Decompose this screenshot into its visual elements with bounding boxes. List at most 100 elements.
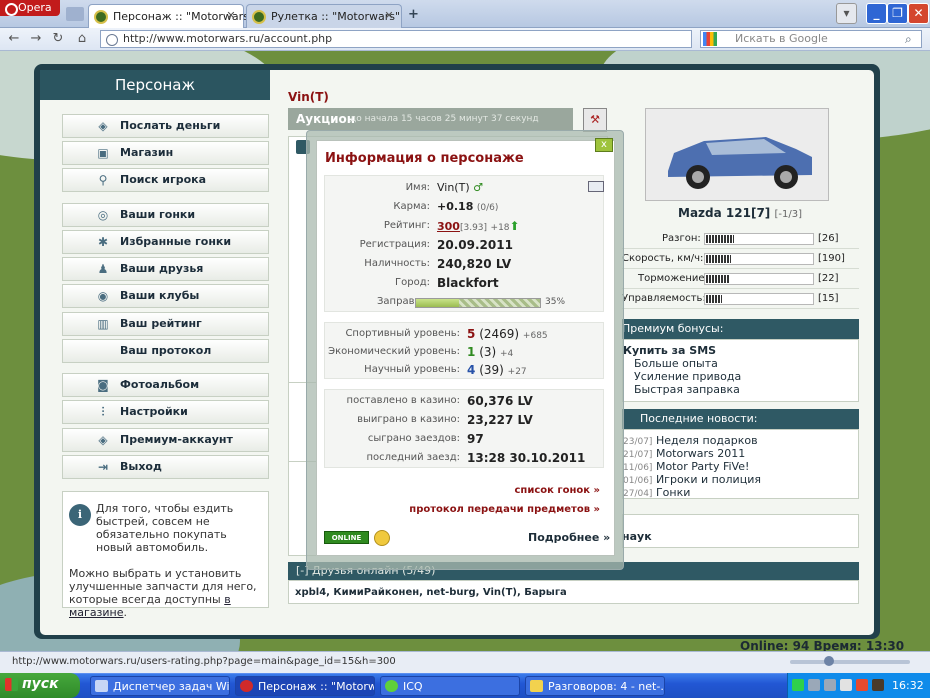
popup-close-button[interactable]: x	[595, 138, 613, 152]
sidebar-item-photo-album[interactable]: ◙ Фотоальбом	[62, 373, 269, 397]
clock: 16:32	[892, 679, 924, 692]
news-item[interactable]: 01/06] Игроки и полиция	[623, 473, 761, 486]
buy-sms-link[interactable]: Купить за SMS	[623, 344, 716, 357]
news-item[interactable]: 11/06] Motor Party FiVe!	[623, 460, 749, 473]
task-task-manager[interactable]: Диспетчер задач Wi...	[90, 676, 230, 696]
chat-icon	[530, 680, 543, 692]
home-icon[interactable]: ⌂	[74, 31, 90, 47]
google-icon[interactable]	[703, 32, 717, 46]
start-button[interactable]: пуск	[0, 673, 80, 698]
search-icon: ⚲	[98, 173, 108, 187]
science-label[interactable]: наук	[622, 530, 652, 543]
task-manager-icon	[95, 680, 108, 692]
tip-box: i Для того, чтобы ездить быстрей, совсем…	[62, 491, 269, 619]
sidebar-item-player-search[interactable]: ⚲ Поиск игрока	[62, 168, 269, 192]
close-icon[interactable]: ✕	[224, 9, 238, 23]
mail-icon[interactable]	[588, 181, 604, 192]
more-details-link[interactable]: Подробнее »	[528, 531, 610, 544]
science-panel	[622, 514, 859, 548]
add-tab-button[interactable]: +	[408, 7, 419, 22]
news-item[interactable]: 27/04] Гонки	[623, 486, 690, 499]
news-item[interactable]: 23/07] Неделя подарков	[623, 434, 758, 447]
exit-icon: ⇥	[97, 460, 109, 474]
premium-item[interactable]: Быстрая заправка	[634, 383, 740, 396]
coin-icon	[374, 530, 390, 546]
popup-casino-section: поставлено в казино: 60,376 LV выиграно в…	[324, 389, 604, 468]
item-transfer-log-link[interactable]: протокол передачи предметов »	[409, 504, 600, 515]
forward-icon[interactable]: →	[28, 31, 44, 47]
sidebar-item-send-money[interactable]: ◈ Послать деньги	[62, 114, 269, 138]
tray-icq-icon[interactable]	[792, 679, 804, 691]
stat-braking: Торможение: [22]	[622, 269, 859, 289]
sidebar-item-settings[interactable]: ⫶ Настройки	[62, 400, 269, 424]
sidebar-item-your-races[interactable]: ◎ Ваши гонки	[62, 203, 269, 227]
shop-icon: ▣	[97, 146, 109, 160]
character-name: Vin(T)	[288, 90, 329, 104]
reload-icon[interactable]: ↻	[50, 31, 66, 47]
news-panel: 23/07] Неделя подарков 21/07] Motorwars …	[622, 429, 859, 499]
sidebar-item-premium[interactable]: ◈ Премиум-аккаунт	[62, 428, 269, 452]
stat-acceleration: Разгон: [26]	[622, 229, 859, 249]
auction-hammer-icon[interactable]: ⚒	[583, 108, 607, 132]
windows-logo-icon	[5, 678, 18, 691]
tab-label: Рулетка :: "Motorwars"	[271, 10, 401, 23]
close-window-button[interactable]: ✕	[908, 3, 929, 24]
stat-bar	[704, 253, 814, 265]
back-icon[interactable]: ←	[6, 31, 22, 47]
favorite-races-icon: ✱	[97, 235, 109, 249]
popup-levels-section: Спортивный уровень: 5 (2469) +685 Экономи…	[324, 322, 604, 379]
sidebar-item-exit[interactable]: ⇥ Выход	[62, 455, 269, 479]
sidebar-item-protocol[interactable]: Ваш протокол	[62, 339, 269, 363]
popup-basic-section: Имя: Vin(T) ♂ Карма: +0.18 (0/6) Рейтинг: 3…	[324, 175, 604, 312]
premium-item[interactable]: Усиление привода	[634, 370, 741, 383]
friends-icon: ♟	[97, 262, 109, 276]
opera-menu-button[interactable]: Opera	[0, 0, 60, 16]
stat-speed: Скорость, км/ч: [190]	[622, 249, 859, 269]
premium-panel: Купить за SMS Больше опыта Усиление прив…	[622, 339, 859, 402]
sidebar-item-clubs[interactable]: ◉ Ваши клубы	[62, 284, 269, 308]
tray-app-icon[interactable]	[872, 679, 884, 691]
sidebar-item-friends[interactable]: ♟ Ваши друзья	[62, 257, 269, 281]
tab-character[interactable]: Персонаж :: "Motorwars" ✕	[88, 4, 254, 28]
close-icon[interactable]: ✕	[382, 9, 396, 23]
sidebar-item-rating[interactable]: ▥ Ваш рейтинг	[62, 312, 269, 336]
premium-item[interactable]: Больше опыта	[634, 357, 718, 370]
minimize-button[interactable]: _	[866, 3, 887, 24]
race-list-link[interactable]: список гонок »	[514, 485, 600, 496]
tab-roulette[interactable]: Рулетка :: "Motorwars" ✕	[246, 4, 402, 28]
motorwars-favicon-icon	[252, 10, 266, 24]
task-conversations[interactable]: Разговоров: 4 - net-...	[525, 676, 665, 696]
search-icon[interactable]: ⌕	[905, 32, 912, 47]
tray-app-icon[interactable]	[856, 679, 868, 691]
news-header: Последние новости:	[622, 409, 859, 429]
zoom-slider-knob[interactable]	[824, 656, 834, 666]
car-image	[645, 108, 829, 201]
tip-text: Для того, чтобы ездить быстрей, совсем н…	[96, 502, 234, 554]
car-name: Mazda 121[7] [-1/3]	[678, 206, 802, 220]
friends-online-list[interactable]: xpbl4, КимиРайконен, net-burg, Vin(T), Б…	[288, 580, 859, 604]
speaker-icon[interactable]	[66, 7, 84, 21]
trash-icon[interactable]: ▾	[836, 3, 857, 24]
sidebar-item-favorite-races[interactable]: ✱ Избранные гонки	[62, 230, 269, 254]
tray-network-icon[interactable]	[808, 679, 820, 691]
search-input[interactable]: Искать в Google	[700, 30, 922, 48]
car-rank: [-1/3]	[774, 209, 802, 220]
tray-speaker-icon[interactable]	[840, 679, 852, 691]
news-item[interactable]: 21/07] Motorwars 2011	[623, 447, 745, 460]
online-badge: ONLINE	[324, 531, 369, 544]
popup-title: Информация о персонаже	[325, 151, 524, 166]
popup-links-section: список гонок » протокол передачи предмет…	[324, 478, 604, 520]
url-input[interactable]: http://www.motorwars.ru/account.php	[100, 30, 692, 48]
premium-header: Премиум бонусы:	[622, 319, 859, 339]
restore-button[interactable]: ❐	[887, 3, 908, 24]
info-icon: i	[69, 504, 91, 526]
task-icq[interactable]: ICQ	[380, 676, 520, 696]
zoom-slider[interactable]	[790, 660, 910, 664]
clubs-icon: ◉	[97, 289, 109, 303]
rating-link[interactable]: 300	[437, 220, 460, 233]
money-icon: ◈	[98, 119, 108, 133]
sidebar-title: Персонаж	[40, 70, 270, 100]
tray-network-icon[interactable]	[824, 679, 836, 691]
task-opera[interactable]: Персонаж :: "Motorw...	[235, 676, 375, 696]
sidebar-item-shop[interactable]: ▣ Магазин	[62, 141, 269, 165]
